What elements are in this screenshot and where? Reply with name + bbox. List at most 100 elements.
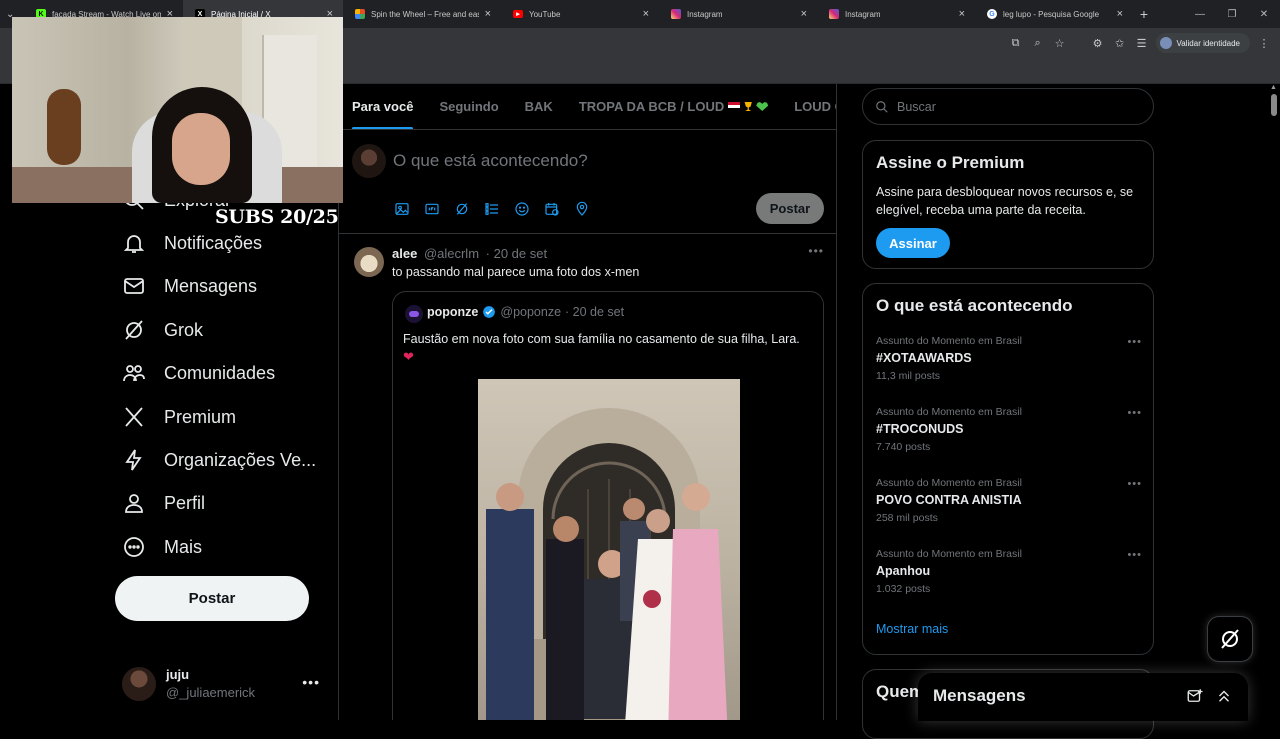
trend-item[interactable]: Assunto do Momento em Brasil Apanhou 1.0… [876,547,1142,613]
grok-floating-button[interactable] [1207,616,1253,662]
page-scrollbar[interactable]: ▲ [1268,84,1280,720]
menu-kebab-icon[interactable]: ⋮ [1256,35,1272,51]
identity-button[interactable]: Validar identidade [1155,33,1250,53]
trend-item[interactable]: Assunto do Momento em Brasil #TROCONUDS … [876,405,1142,471]
tweet[interactable]: alee @alecrlm · 20 de set ••• to passand… [339,235,836,720]
new-tab-button[interactable]: + [1133,6,1155,22]
trend-name: #XOTAAWARDS [876,351,972,365]
emoji-icon[interactable] [513,200,531,218]
trend-more-icon[interactable]: ••• [1127,478,1142,490]
composer-post-button[interactable]: Postar [756,193,824,224]
search-input[interactable]: Buscar [862,88,1154,125]
favorites-icon[interactable]: ✩ [1112,35,1128,51]
grok-icon [125,320,143,340]
expand-chevron-icon[interactable] [1215,687,1233,705]
quote-header: poponze @poponze · 20 de set [427,305,624,319]
close-tab-icon[interactable]: × [1117,8,1123,20]
tab-bak[interactable]: BAK [512,84,566,129]
avatar[interactable] [354,247,384,277]
tab-seguindo[interactable]: Seguindo [426,84,511,129]
webcam-overlay [12,17,343,203]
trend-count: 7.740 posts [876,441,931,453]
flag-icon [728,102,741,111]
close-window-icon[interactable]: ✕ [1248,9,1280,20]
sidebar-item-perfil[interactable]: Perfil [122,485,205,521]
tweet-text: to passando mal parece uma foto dos x-me… [392,265,640,279]
browser-tab-wheel[interactable]: Spin the Wheel – Free and easy × [343,0,501,28]
quote-text-block: Faustão em nova foto com sua família no … [403,330,815,366]
gif-icon[interactable] [423,200,441,218]
quote-photo[interactable] [478,379,740,720]
messages-drawer-title: Mensagens [933,686,1026,705]
quote-text: Faustão em nova foto com sua família no … [403,332,800,346]
trend-item[interactable]: Assunto do Momento em Brasil #XOTAAWARDS… [876,334,1142,400]
poll-icon[interactable] [483,200,501,218]
sidebar-item-mais[interactable]: Mais [122,529,202,565]
search-placeholder: Buscar [897,99,936,114]
tweet-author-handle[interactable]: @alecrlm [424,246,479,261]
sidebar-item-organizacoes[interactable]: Organizações Ve... [122,442,316,478]
image-icon[interactable] [393,200,411,218]
window-controls: — ❐ ✕ [1184,0,1280,28]
browser-tab-instagram-2[interactable]: Instagram × [817,0,975,28]
trend-more-icon[interactable]: ••• [1127,549,1142,561]
browser-tab-google[interactable]: G leg lupo - Pesquisa Google × [975,0,1133,28]
location-icon[interactable] [573,200,591,218]
trend-count: 11,3 mil posts [876,370,940,382]
show-more-link[interactable]: Mostrar mais [876,622,948,636]
profile-avatar [1159,37,1172,49]
subscribe-button[interactable]: Assinar [876,228,950,258]
minimize-icon[interactable]: — [1184,9,1216,20]
bookmark-star-icon[interactable]: ☆ [1052,35,1068,51]
sidebar-item-comunidades[interactable]: Comunidades [122,355,275,391]
close-tab-icon[interactable]: × [959,8,965,20]
scroll-up-icon[interactable]: ▲ [1270,84,1277,91]
reading-list-icon[interactable]: ☰ [1134,35,1150,51]
grok-icon[interactable] [453,200,471,218]
tab-loud[interactable]: LOUD Co [781,84,836,129]
account-switcher[interactable]: juju @_juliaemerick ••• [122,662,332,706]
mail-icon [124,278,144,294]
composer-input[interactable]: O que está acontecendo? [393,151,588,171]
close-tab-icon[interactable]: × [643,8,649,20]
browser-tab-instagram[interactable]: Instagram × [659,0,817,28]
scrollbar-thumb[interactable] [1271,94,1277,116]
quote-author-name: poponze [427,305,479,319]
trend-item[interactable]: Assunto do Momento em Brasil POVO CONTRA… [876,476,1142,542]
trophy-icon [744,102,752,111]
close-tab-icon[interactable]: × [801,8,807,20]
trend-context: Assunto do Momento em Brasil [876,477,1022,489]
tweet-author-name[interactable]: alee [392,246,417,261]
messages-drawer[interactable]: Mensagens [918,673,1248,721]
premium-card: Assine o Premium Assine para desbloquear… [862,140,1154,269]
browser-tab-youtube[interactable]: ▸ YouTube × [501,0,659,28]
new-message-icon[interactable] [1186,687,1204,705]
sidebar-item-notificacoes[interactable]: Notificações [122,225,262,261]
close-tab-icon[interactable]: × [485,8,491,20]
trend-more-icon[interactable]: ••• [1127,336,1142,348]
sidebar-item-grok[interactable]: Grok [122,312,203,348]
instagram-icon [671,9,681,19]
trend-name: #TROCONUDS [876,422,964,436]
sidebar-item-premium[interactable]: Premium [122,399,236,435]
tab-tropa-da-bcb[interactable]: TROPA DA BCB / LOUD [566,84,781,129]
avatar [122,667,156,701]
restore-icon[interactable]: ❐ [1216,9,1248,20]
tweet-more-icon[interactable]: ••• [808,244,824,258]
trend-count: 1.032 posts [876,583,931,595]
bell-icon [123,235,145,253]
post-button[interactable]: Postar [115,576,309,621]
tab-para-voce[interactable]: Para você [339,84,426,129]
schedule-icon[interactable] [543,200,561,218]
more-icon[interactable]: ••• [302,674,320,690]
extension-icon[interactable]: ⚙ [1090,35,1106,51]
sidebar-item-mensagens[interactable]: Mensagens [122,268,257,304]
quoted-tweet[interactable]: poponze @poponze · 20 de set Faustão em … [392,291,824,720]
install-app-icon[interactable]: ⧉ [1008,35,1024,51]
toolbar-icons: ⧉ ⌕ ☆ ⚙ ✩ ☰ Validar identidade ⋮ [1008,33,1272,53]
youtube-icon: ▸ [513,10,523,18]
zoom-icon[interactable]: ⌕ [1030,35,1046,51]
quote-author-handle: @poponze [500,305,562,319]
tweet-date[interactable]: · 20 de set [486,246,547,261]
trend-more-icon[interactable]: ••• [1127,407,1142,419]
